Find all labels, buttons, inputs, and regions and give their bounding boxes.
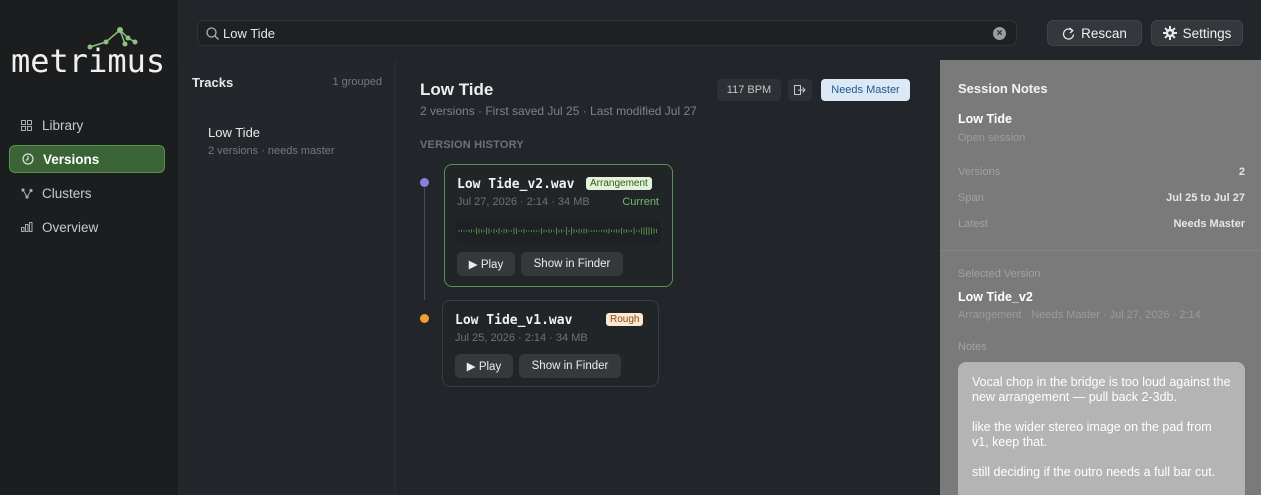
tracks-title: Tracks xyxy=(192,75,234,90)
toolbar: × Rescan Settings xyxy=(178,0,1261,60)
version-detail: Low Tide 2 versions · First saved Jul 25… xyxy=(396,60,940,495)
search-icon xyxy=(206,27,219,45)
version-tag: Arrangement xyxy=(586,177,652,190)
version-filename: Low Tide_v1.wav xyxy=(455,313,573,328)
clear-search-icon[interactable]: × xyxy=(993,27,1006,40)
play-button[interactable]: ▶ Play xyxy=(455,354,513,378)
selected-version-label: Selected Version xyxy=(958,268,1041,280)
info-label: Versions xyxy=(958,166,1001,178)
version-meta: Jul 27, 2026 · 2:14 · 34 MB xyxy=(457,196,590,208)
version-filename: Low Tide_v2.wav xyxy=(457,177,575,192)
sidebar-item-label: Library xyxy=(42,117,84,133)
info-value: Needs Master xyxy=(1173,218,1245,230)
page-title: Low Tide xyxy=(420,80,494,99)
sidebar-item-library[interactable]: Library xyxy=(9,111,165,139)
version-meta: Jul 25, 2026 · 2:14 · 34 MB xyxy=(455,332,588,344)
play-button[interactable]: ▶ Play xyxy=(457,252,515,276)
version-tag: Rough xyxy=(606,313,644,326)
sidebar: metrimus Library Versions Clusters Overv… xyxy=(0,0,178,495)
notes-textarea[interactable]: Vocal chop in the bridge is too loud aga… xyxy=(958,362,1245,495)
session-name: Low Tide xyxy=(958,112,1012,126)
search-input[interactable] xyxy=(223,21,1003,45)
show-in-finder-button[interactable]: Show in Finder xyxy=(521,252,623,276)
bpm-badge: 117 BPM xyxy=(717,79,781,101)
selected-version-meta: Arrangement · Needs Master · Jul 27, 202… xyxy=(958,309,1201,321)
sidebar-item-clusters[interactable]: Clusters xyxy=(9,179,165,207)
sidebar-item-label: Overview xyxy=(42,219,99,235)
track-subtitle: 2 versions · needs master xyxy=(208,145,335,157)
note-paragraph: Vocal chop in the bridge is too loud aga… xyxy=(972,375,1231,404)
tracks-count: 1 grouped xyxy=(332,76,382,88)
gear-icon xyxy=(1162,26,1177,40)
divider xyxy=(940,250,1261,251)
info-label: Latest xyxy=(958,218,988,230)
export-icon[interactable] xyxy=(788,79,812,101)
version-card-v1[interactable]: Low Tide_v1.wav Rough Jul 25, 2026 · 2:1… xyxy=(442,300,659,387)
waveform[interactable] xyxy=(456,219,661,243)
status-badge[interactable]: Needs Master xyxy=(821,79,910,101)
settings-button[interactable]: Settings xyxy=(1151,20,1243,46)
app-logo: metrimus xyxy=(10,22,170,82)
info-label: Span xyxy=(958,192,984,204)
sidebar-item-versions[interactable]: Versions xyxy=(9,145,165,173)
sidebar-item-label: Versions xyxy=(43,151,100,167)
search-box: × xyxy=(197,20,1017,46)
current-label: Current xyxy=(622,196,659,208)
note-paragraph: still deciding if the outro needs a full… xyxy=(972,465,1216,479)
session-notes-panel: Session Notes Low Tide Open session Vers… xyxy=(940,60,1261,495)
app-window: metrimus Library Versions Clusters Overv… xyxy=(0,0,1261,495)
cluster-icon xyxy=(20,187,33,200)
logo-text: metrimus xyxy=(11,42,166,80)
sidebar-item-overview[interactable]: Overview xyxy=(9,213,165,241)
version-history-label: VERSION HISTORY xyxy=(420,139,524,151)
tracks-panel: Tracks 1 grouped Low Tide 2 versions · n… xyxy=(178,60,396,495)
rescan-label: Rescan xyxy=(1081,25,1127,41)
track-name: Low Tide xyxy=(208,125,261,140)
info-value: Jul 25 to Jul 27 xyxy=(1166,192,1245,204)
notes-panel-title: Session Notes xyxy=(958,81,1048,96)
info-value: 2 xyxy=(1238,166,1245,178)
refresh-icon xyxy=(1062,26,1075,40)
clock-icon xyxy=(21,153,34,166)
show-in-finder-button[interactable]: Show in Finder xyxy=(519,354,621,378)
page-subtitle: 2 versions · First saved Jul 25 · Last m… xyxy=(420,104,697,118)
rescan-button[interactable]: Rescan xyxy=(1047,20,1142,46)
selected-version-name: Low Tide_v2 xyxy=(958,290,1033,304)
timeline-dot xyxy=(420,314,429,323)
grid-icon xyxy=(20,119,33,132)
timeline-dot xyxy=(420,178,429,187)
bar-chart-icon xyxy=(20,221,33,234)
version-card-v2[interactable]: Low Tide_v2.wav Arrangement Jul 27, 2026… xyxy=(444,164,673,287)
settings-label: Settings xyxy=(1182,25,1232,41)
sidebar-item-label: Clusters xyxy=(42,185,92,201)
timeline-line xyxy=(424,188,425,300)
notes-label: Notes xyxy=(958,341,987,353)
open-session-link[interactable]: Open session xyxy=(958,132,1025,144)
note-paragraph: like the wider stereo image on the pad f… xyxy=(972,420,1212,449)
